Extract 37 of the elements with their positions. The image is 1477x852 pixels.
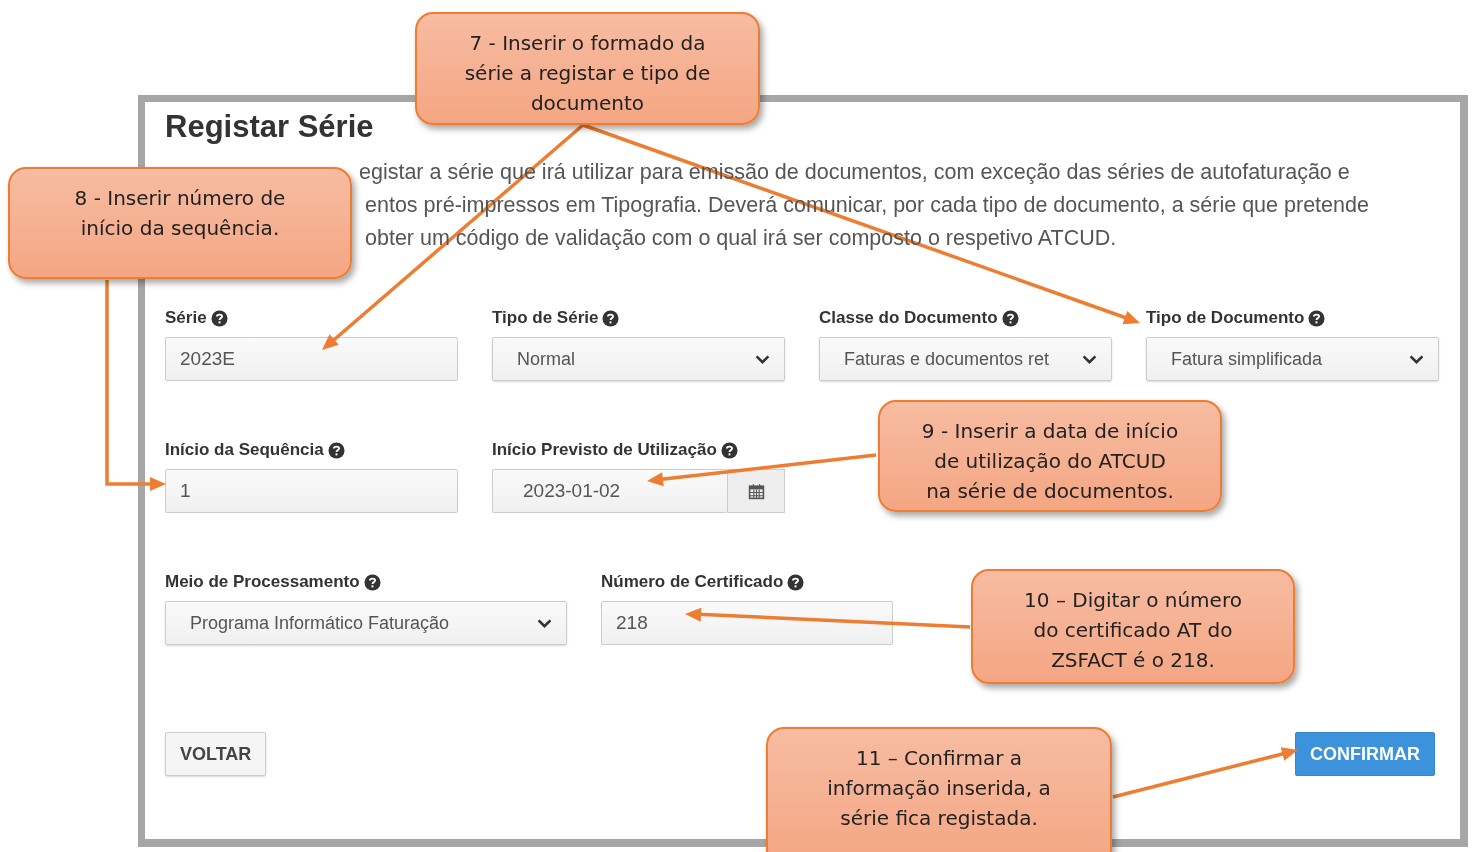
- help-icon[interactable]: [210, 309, 228, 327]
- chevron-down-icon: [755, 353, 770, 365]
- callout-text: 11 – Confirmar a informação inserida, a série fica registada.: [827, 745, 1051, 832]
- calendar-button[interactable]: [727, 469, 785, 513]
- field-label: Tipo de Documento: [1146, 308, 1305, 328]
- select-dropdown[interactable]: Normal: [492, 337, 785, 381]
- date-input[interactable]: 2023-01-02: [492, 469, 727, 513]
- page-title: Registar Série: [165, 108, 375, 146]
- calendar-icon: [747, 482, 765, 500]
- text-input[interactable]: 2023E: [165, 337, 458, 381]
- back-button[interactable]: VOLTAR: [165, 732, 267, 776]
- field-label: Classe do Documento: [819, 308, 998, 328]
- field-label: Série: [165, 308, 207, 328]
- select-dropdown[interactable]: Programa Informático Faturação: [165, 601, 567, 645]
- help-icon[interactable]: [327, 441, 345, 459]
- chevron-down-icon: [1082, 353, 1097, 365]
- field-label: Tipo de Série: [492, 308, 599, 328]
- help-icon[interactable]: [363, 573, 381, 591]
- text-input[interactable]: 218: [601, 601, 893, 645]
- chevron-down-icon: [1409, 353, 1424, 365]
- callout-text: 9 - Inserir a data de início de utilização do ATCUD na série de documentos.: [921, 418, 1179, 505]
- field-label: Meio de Processamento: [165, 572, 360, 592]
- text-input[interactable]: 1: [165, 469, 458, 513]
- field-label: Início Previsto de Utilização: [492, 440, 717, 460]
- help-icon[interactable]: [602, 309, 620, 327]
- help-icon[interactable]: [1001, 309, 1019, 327]
- callout-text: 7 - Inserir o formado da série a registar e tipo de documento: [464, 30, 711, 117]
- help-icon[interactable]: [720, 441, 738, 459]
- help-icon[interactable]: [1308, 309, 1326, 327]
- help-icon[interactable]: [787, 573, 805, 591]
- field-label: Início da Sequência: [165, 440, 324, 460]
- field-label: Número de Certificado: [601, 572, 784, 592]
- select-dropdown[interactable]: Fatura simplificada: [1146, 337, 1439, 381]
- chevron-down-icon: [537, 617, 552, 629]
- select-dropdown[interactable]: Faturas e documentos ret: [819, 337, 1112, 381]
- callout-text: 10 – Digitar o número do certificado AT do ZSFACT é o 218.: [1024, 587, 1242, 674]
- callout-text: 8 - Inserir número de início da sequência.: [74, 185, 286, 242]
